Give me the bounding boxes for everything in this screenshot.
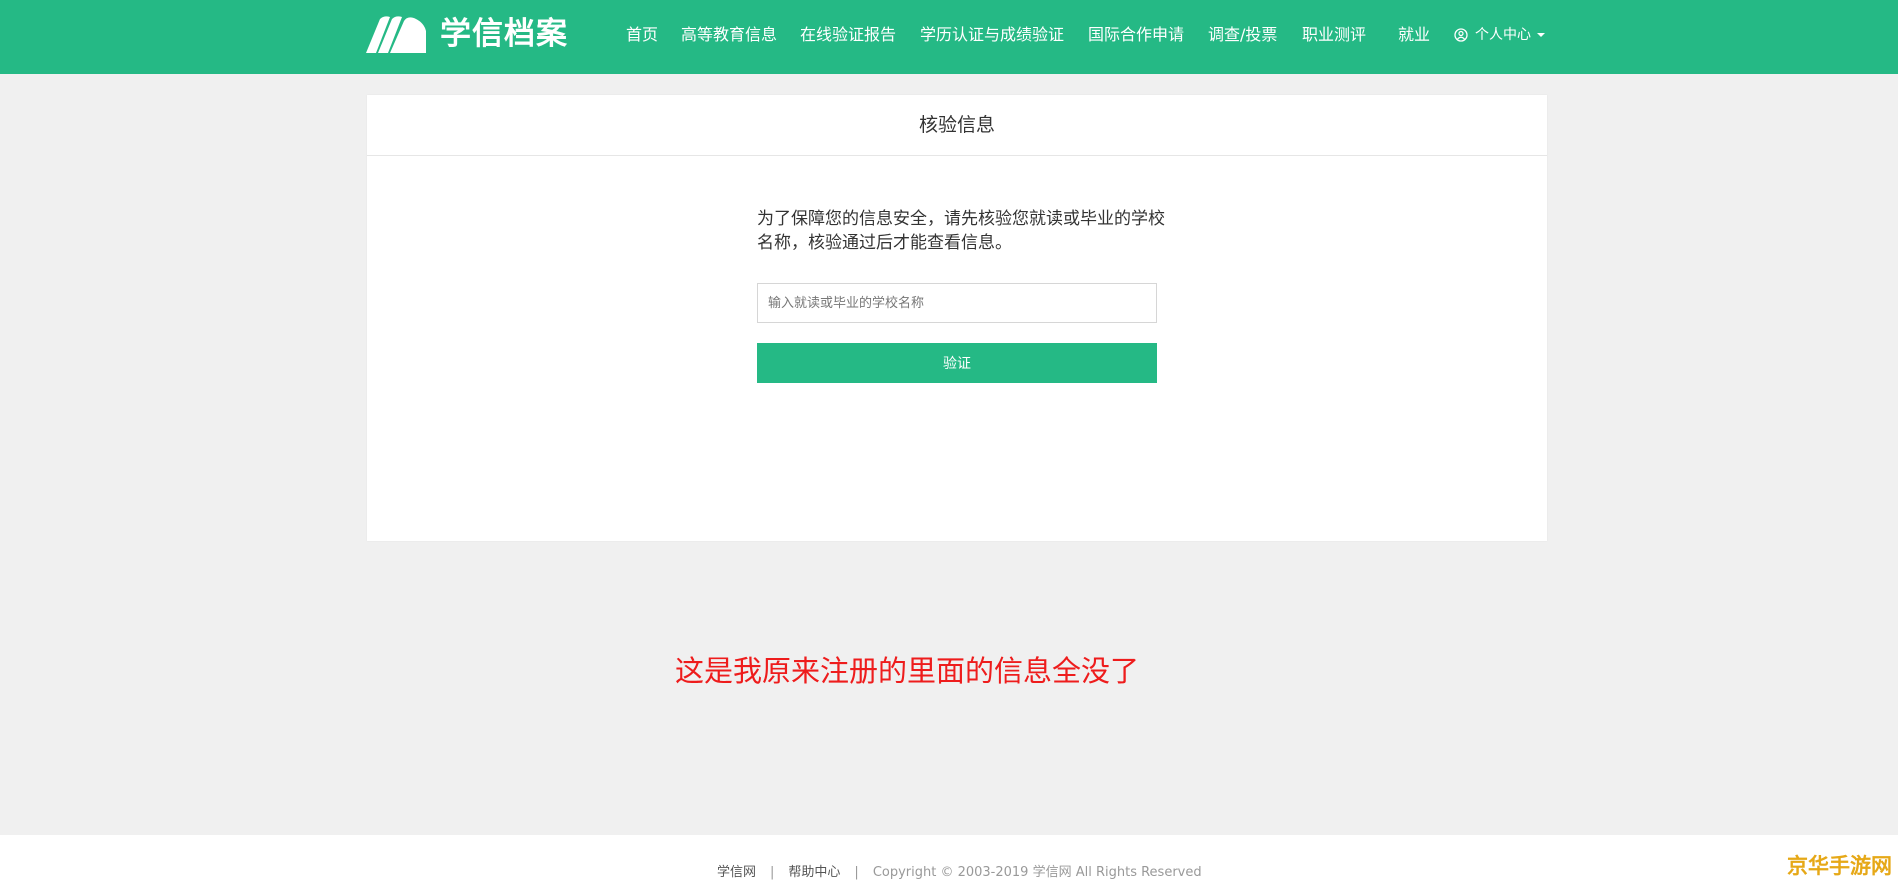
nav-item-home[interactable]: 首页 bbox=[626, 24, 658, 46]
user-circle-icon bbox=[1454, 28, 1468, 42]
logo-text: 学信档案 bbox=[440, 16, 568, 52]
nav-item-survey[interactable]: 调查/投票 bbox=[1208, 24, 1277, 46]
footer-link-chsi[interactable]: 学信网 bbox=[717, 865, 756, 881]
nav-item-higher-education[interactable]: 高等教育信息 bbox=[681, 24, 777, 46]
nav-item-online-report[interactable]: 在线验证报告 bbox=[800, 24, 896, 46]
chevron-down-icon bbox=[1537, 33, 1545, 37]
nav-item-career-test[interactable]: 职业测评 bbox=[1302, 24, 1366, 46]
user-center-menu[interactable]: 个人中心 bbox=[1454, 24, 1545, 46]
annotation-text: 这是我原来注册的里面的信息全没了 bbox=[675, 654, 1140, 688]
footer-separator: | bbox=[770, 865, 775, 880]
verify-card: 核验信息 为了保障您的信息安全，请先核验您就读或毕业的学校名称，核验通过后才能查… bbox=[367, 95, 1547, 541]
user-center-label: 个人中心 bbox=[1475, 27, 1531, 43]
card-description: 为了保障您的信息安全，请先核验您就读或毕业的学校名称，核验通过后才能查看信息。 bbox=[757, 209, 1165, 253]
school-name-input[interactable] bbox=[757, 283, 1157, 323]
nav-item-certification[interactable]: 学历认证与成绩验证 bbox=[920, 24, 1064, 46]
footer-link-help[interactable]: 帮助中心 bbox=[788, 865, 840, 881]
top-header: 学信档案 首页 高等教育信息 在线验证报告 学历认证与成绩验证 国际合作申请 调… bbox=[0, 0, 1898, 74]
footer: 学信网 | 帮助中心 | Copyright © 2003-2019 学信网 A… bbox=[0, 835, 1898, 885]
footer-copyright: Copyright © 2003-2019 学信网 All Rights Res… bbox=[872, 865, 1202, 880]
nav-item-employment[interactable]: 就业 bbox=[1398, 24, 1430, 46]
card-title: 核验信息 bbox=[367, 95, 1547, 156]
verify-button[interactable]: 验证 bbox=[757, 343, 1157, 383]
book-pages-icon bbox=[366, 16, 426, 53]
watermark-text: 京华手游网 bbox=[1787, 854, 1892, 878]
footer-links: 学信网 | 帮助中心 | Copyright © 2003-2019 学信网 A… bbox=[717, 865, 1202, 881]
logo[interactable]: 学信档案 bbox=[366, 14, 568, 54]
footer-separator: | bbox=[854, 865, 859, 880]
nav-item-international[interactable]: 国际合作申请 bbox=[1088, 24, 1184, 46]
